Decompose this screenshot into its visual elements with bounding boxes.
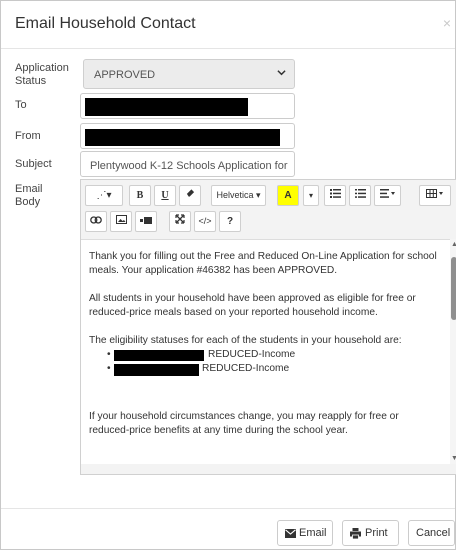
- magic-format-button[interactable]: ⋰▾: [85, 185, 123, 206]
- eraser-icon: [186, 189, 195, 201]
- ordered-list-button[interactable]: [349, 185, 371, 206]
- bullet-icon: •: [107, 363, 111, 374]
- footer-divider: [1, 508, 455, 509]
- status-label: Application Status: [15, 62, 69, 88]
- subject-label: Subject: [15, 158, 52, 170]
- cancel-button[interactable]: Cancel: [408, 520, 455, 546]
- email-body-content[interactable]: Thank you for filling out the Free and R…: [81, 239, 450, 464]
- body-paragraph-3: The eligibility statuses for each of the…: [89, 335, 402, 346]
- dialog-header: Email Household Contact ×: [1, 1, 455, 49]
- table-dropdown[interactable]: [419, 185, 451, 206]
- envelope-icon: [285, 521, 296, 545]
- scroll-up-icon[interactable]: ▲: [451, 241, 456, 248]
- align-dropdown[interactable]: [374, 185, 401, 206]
- code-view-button[interactable]: </>: [194, 211, 216, 232]
- help-button[interactable]: ?: [219, 211, 241, 232]
- status-select[interactable]: APPROVED: [83, 59, 295, 89]
- redacted-student-name: [114, 364, 199, 376]
- print-button-label: Print: [365, 527, 388, 539]
- video-button[interactable]: [135, 211, 157, 232]
- printer-icon: [350, 521, 361, 545]
- close-icon[interactable]: ×: [443, 15, 451, 31]
- underline-button[interactable]: U: [154, 185, 176, 206]
- subject-field[interactable]: Plentywood K-12 Schools Application for: [80, 151, 295, 177]
- link-button[interactable]: [85, 211, 107, 232]
- image-button[interactable]: [110, 211, 132, 232]
- bullet-icon: •: [107, 349, 111, 360]
- table-icon: [426, 189, 444, 201]
- body-label: Email Body: [15, 183, 43, 209]
- redacted-email: [85, 98, 248, 116]
- subject-value: Plentywood K-12 Schools Application for: [90, 160, 288, 172]
- student-status: REDUCED-Income: [202, 363, 290, 374]
- fullscreen-button[interactable]: [169, 211, 191, 232]
- align-icon: [379, 189, 396, 201]
- body-paragraph-2: All students in your household have been…: [89, 293, 416, 318]
- font-family-dropdown[interactable]: Helvetica ▾: [211, 185, 266, 206]
- scroll-down-icon[interactable]: ▼: [451, 455, 456, 462]
- eraser-button[interactable]: [179, 185, 201, 206]
- body-label-line2: Body: [15, 196, 41, 208]
- from-field[interactable]: [80, 123, 295, 149]
- email-body-editor: ⋰▾ B U Helvetica ▾ A ▾ </> ? Thank you f…: [80, 179, 456, 475]
- status-label-line2: Status: [15, 75, 47, 87]
- link-icon: [90, 216, 102, 227]
- student-status: REDUCED-Income: [208, 349, 296, 360]
- ordered-list-icon: [354, 189, 366, 201]
- image-icon: [115, 215, 127, 227]
- scrollbar-thumb[interactable]: [451, 257, 456, 320]
- dialog-title: Email Household Contact: [15, 15, 196, 32]
- status-select-value: APPROVED: [94, 69, 156, 81]
- body-paragraph-4: If your household circumstances change, …: [89, 411, 399, 436]
- print-button[interactable]: Print: [342, 520, 399, 546]
- fullscreen-icon: [175, 214, 185, 227]
- redacted-student-name: [114, 350, 204, 361]
- to-field[interactable]: [80, 93, 295, 119]
- email-household-dialog: Email Household Contact × Application St…: [0, 0, 456, 550]
- from-label: From: [15, 130, 41, 142]
- status-label-line1: Application: [15, 62, 69, 74]
- email-button-label: Email: [299, 527, 327, 539]
- editor-scrollbar[interactable]: ▲ ▼: [450, 239, 456, 464]
- bold-button[interactable]: B: [129, 185, 151, 206]
- redacted-email: [85, 129, 280, 146]
- text-color-button[interactable]: A: [277, 185, 299, 206]
- cancel-button-label: Cancel: [416, 527, 451, 539]
- body-paragraph-1: Thank you for filling out the Free and R…: [89, 251, 437, 276]
- unordered-list-button[interactable]: [324, 185, 346, 206]
- body-label-line1: Email: [15, 183, 43, 195]
- unordered-list-icon: [329, 189, 341, 201]
- text-color-dropdown[interactable]: ▾: [303, 185, 319, 206]
- to-label: To: [15, 99, 27, 111]
- chevron-down-icon: [277, 68, 286, 79]
- email-button[interactable]: Email: [277, 520, 333, 546]
- video-icon: [140, 216, 152, 227]
